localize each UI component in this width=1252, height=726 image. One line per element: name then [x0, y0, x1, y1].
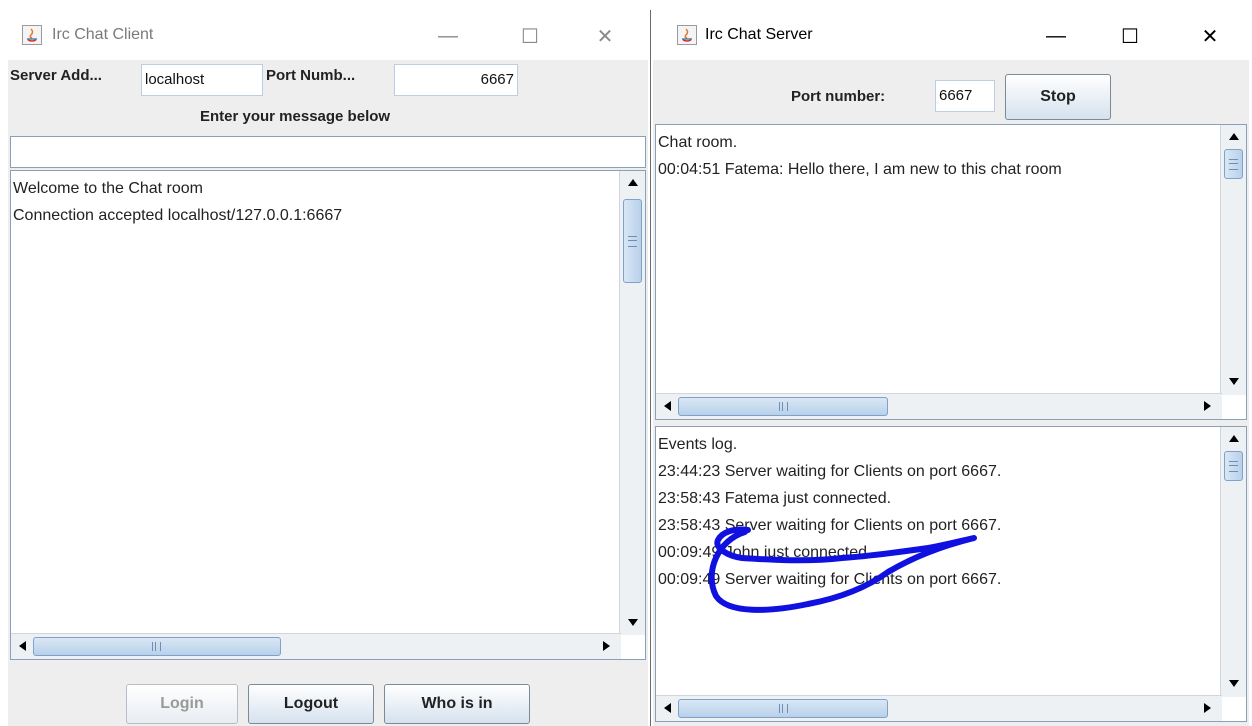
server-port-label: Port number:: [791, 88, 886, 105]
client-close-button[interactable]: ✕: [582, 18, 628, 54]
chat-line: 00:04:51 Fatema: Hello there, I am new t…: [658, 161, 1062, 178]
logout-button[interactable]: Logout: [248, 684, 374, 724]
port-number-field[interactable]: 6667: [394, 64, 518, 96]
scroll-right-arrow-icon[interactable]: [603, 641, 610, 651]
server-chat-vertical-thumb[interactable]: [1224, 149, 1243, 179]
client-maximize-button[interactable]: ☐: [507, 18, 553, 54]
server-content: Port number: 6667 Stop Chat room. 00:04:…: [653, 60, 1249, 726]
event-line: 23:58:43 Fatema just connected.: [658, 490, 892, 507]
server-events-vertical-scrollbar[interactable]: [1220, 427, 1246, 697]
port-number-label: Port Numb...: [266, 67, 356, 84]
server-address-field[interactable]: localhost: [141, 64, 263, 96]
grip-icon: [779, 402, 788, 411]
grip-icon: [1229, 159, 1238, 170]
scroll-right-arrow-icon[interactable]: [1204, 703, 1211, 713]
scroll-down-arrow-icon[interactable]: [1229, 680, 1239, 687]
server-port-field[interactable]: 6667: [935, 80, 995, 112]
server-window-title: Irc Chat Server: [705, 26, 813, 43]
grip-icon: [152, 642, 161, 651]
client-window-title: Irc Chat Client: [52, 26, 154, 43]
stop-button[interactable]: Stop: [1005, 74, 1111, 120]
java-icon: [677, 25, 697, 45]
scroll-up-arrow-icon[interactable]: [1229, 133, 1239, 140]
server-events-horizontal-thumb[interactable]: [678, 699, 888, 718]
server-chat-area[interactable]: Chat room. 00:04:51 Fatema: Hello there,…: [655, 124, 1247, 420]
server-chat-horizontal-scrollbar[interactable]: [656, 393, 1222, 419]
server-events-area[interactable]: Events log. 23:44:23 Server waiting for …: [655, 426, 1247, 722]
server-chat-lines: Chat room. 00:04:51 Fatema: Hello there,…: [658, 129, 1062, 183]
client-chat-lines: Welcome to the Chat room Connection acce…: [13, 175, 342, 229]
scroll-right-arrow-icon[interactable]: [1204, 401, 1211, 411]
scroll-down-arrow-icon[interactable]: [628, 619, 638, 626]
server-maximize-button[interactable]: ☐: [1107, 18, 1153, 54]
client-chat-area[interactable]: Welcome to the Chat room Connection acce…: [10, 170, 646, 660]
server-window: Irc Chat Server — ☐ ✕ Port number: 6667 …: [650, 10, 1252, 726]
server-chat-vertical-scrollbar[interactable]: [1220, 125, 1246, 395]
event-line: 23:44:23 Server waiting for Clients on p…: [658, 463, 1002, 480]
chat-line: Connection accepted localhost/127.0.0.1:…: [13, 207, 343, 224]
grip-icon: [1229, 461, 1238, 472]
message-input[interactable]: [10, 136, 646, 168]
server-chat-horizontal-thumb[interactable]: [678, 397, 888, 416]
client-chat-vertical-thumb[interactable]: [623, 199, 642, 283]
scroll-left-arrow-icon[interactable]: [664, 703, 671, 713]
client-chat-vertical-scrollbar[interactable]: [619, 171, 645, 635]
client-minimize-button[interactable]: —: [425, 18, 471, 54]
event-line: 00:09:49 Server waiting for Clients on p…: [658, 571, 1002, 588]
client-chat-horizontal-thumb[interactable]: [33, 637, 281, 656]
message-prompt-label: Enter your message below: [200, 108, 391, 125]
event-line: 00:09:49 John just connected.: [658, 544, 872, 561]
event-line: Events log.: [658, 436, 738, 453]
server-events-lines: Events log. 23:44:23 Server waiting for …: [658, 431, 1001, 593]
client-titlebar[interactable]: Irc Chat Client — ☐ ✕: [0, 10, 650, 60]
server-events-horizontal-scrollbar[interactable]: [656, 695, 1222, 721]
chat-line: Welcome to the Chat room: [13, 180, 204, 197]
server-minimize-button[interactable]: —: [1033, 18, 1079, 54]
server-events-vertical-thumb[interactable]: [1224, 451, 1243, 481]
scroll-left-arrow-icon[interactable]: [19, 641, 26, 651]
who-is-in-button[interactable]: Who is in: [384, 684, 530, 724]
chat-line: Chat room.: [658, 134, 738, 151]
scroll-up-arrow-icon[interactable]: [628, 179, 638, 186]
grip-icon: [628, 236, 637, 247]
server-address-label: Server Add...: [10, 67, 102, 84]
client-chat-horizontal-scrollbar[interactable]: [11, 633, 621, 659]
java-icon: [22, 25, 42, 45]
server-close-button[interactable]: ✕: [1187, 18, 1233, 54]
scroll-left-arrow-icon[interactable]: [664, 401, 671, 411]
grip-icon: [779, 704, 788, 713]
login-button[interactable]: Login: [126, 684, 238, 724]
client-content: Server Add... localhost Port Numb... 666…: [8, 60, 648, 726]
client-window: Irc Chat Client — ☐ ✕ Server Add... loca…: [0, 10, 650, 726]
server-titlebar[interactable]: Irc Chat Server — ☐ ✕: [651, 10, 1252, 60]
scroll-down-arrow-icon[interactable]: [1229, 378, 1239, 385]
event-line: 23:58:43 Server waiting for Clients on p…: [658, 517, 1002, 534]
scroll-up-arrow-icon[interactable]: [1229, 435, 1239, 442]
